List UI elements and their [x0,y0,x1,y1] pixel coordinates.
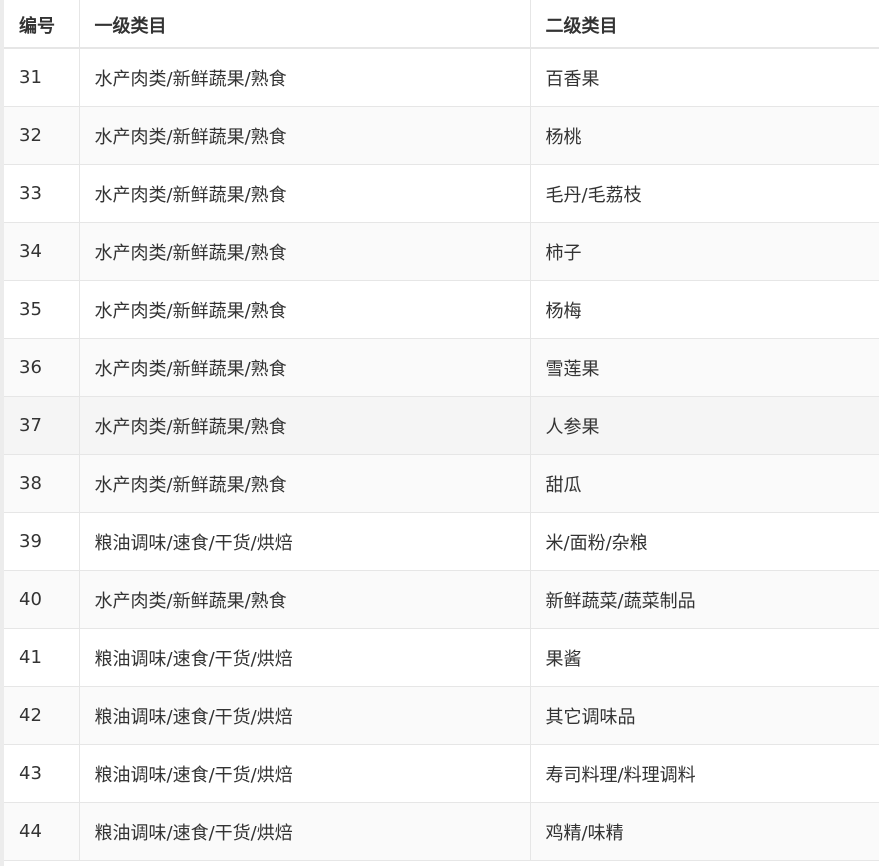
cell-secondary-category: 甜瓜 [530,454,879,513]
header-primary-category: 一级类目 [79,0,531,49]
cell-secondary-category: 杨梅 [530,280,879,339]
cell-secondary-category: 雪莲果 [530,338,879,397]
cell-id: 35 [4,280,80,339]
cell-primary-category: 粮油调味/速食/干货/烘焙 [79,512,531,571]
cell-primary-category: 粮油调味/速食/干货/烘焙 [79,744,531,803]
header-id: 编号 [4,0,80,49]
cell-id: 43 [4,744,80,803]
table-row: 40 水产肉类/新鲜蔬果/熟食 新鲜蔬菜/蔬菜制品 [4,570,879,629]
table-row: 44 粮油调味/速食/干货/烘焙 鸡精/味精 [4,802,879,861]
cell-secondary-category: 杨桃 [530,106,879,165]
cell-primary-category: 粮油调味/速食/干货/烘焙 [79,686,531,745]
cell-secondary-category: 寿司料理/料理调料 [530,744,879,803]
cell-secondary-category: 人参果 [530,396,879,455]
cell-primary-category: 水产肉类/新鲜蔬果/熟食 [79,106,531,165]
table-body: 31 水产肉类/新鲜蔬果/熟食 百香果 32 水产肉类/新鲜蔬果/熟食 杨桃 33 水产肉类/… [4,48,879,861]
cell-secondary-category: 其它调味品 [530,686,879,745]
table-header-row: 编号 一级类目 二级类目 [4,0,879,49]
cell-primary-category: 水产肉类/新鲜蔬果/熟食 [79,280,531,339]
table-row: 36 水产肉类/新鲜蔬果/熟食 雪莲果 [4,338,879,397]
cell-id: 44 [4,802,80,861]
cell-secondary-category: 毛丹/毛荔枝 [530,164,879,223]
table-row: 39 粮油调味/速食/干货/烘焙 米/面粉/杂粮 [4,512,879,571]
cell-primary-category: 水产肉类/新鲜蔬果/熟食 [79,570,531,629]
cell-secondary-category: 柿子 [530,222,879,281]
table-row: 41 粮油调味/速食/干货/烘焙 果酱 [4,628,879,687]
cell-secondary-category: 新鲜蔬菜/蔬菜制品 [530,570,879,629]
table-row: 43 粮油调味/速食/干货/烘焙 寿司料理/料理调料 [4,744,879,803]
table-row: 42 粮油调味/速食/干货/烘焙 其它调味品 [4,686,879,745]
table-row: 34 水产肉类/新鲜蔬果/熟食 柿子 [4,222,879,281]
cell-id: 42 [4,686,80,745]
cell-id: 32 [4,106,80,165]
cell-id: 34 [4,222,80,281]
cell-secondary-category: 百香果 [530,48,879,107]
table-row: 33 水产肉类/新鲜蔬果/熟食 毛丹/毛荔枝 [4,164,879,223]
cell-primary-category: 粮油调味/速食/干货/烘焙 [79,802,531,861]
cell-primary-category: 水产肉类/新鲜蔬果/熟食 [79,222,531,281]
cell-id: 39 [4,512,80,571]
cell-primary-category: 粮油调味/速食/干货/烘焙 [79,628,531,687]
cell-primary-category: 水产肉类/新鲜蔬果/熟食 [79,164,531,223]
cell-id: 38 [4,454,80,513]
table-row: 35 水产肉类/新鲜蔬果/熟食 杨梅 [4,280,879,339]
cell-id: 36 [4,338,80,397]
cell-primary-category: 水产肉类/新鲜蔬果/熟食 [79,454,531,513]
table-row: 31 水产肉类/新鲜蔬果/熟食 百香果 [4,48,879,107]
header-secondary-category: 二级类目 [530,0,879,49]
cell-secondary-category: 米/面粉/杂粮 [530,512,879,571]
cell-secondary-category: 鸡精/味精 [530,802,879,861]
table-row: 32 水产肉类/新鲜蔬果/熟食 杨桃 [4,106,879,165]
cell-secondary-category: 果酱 [530,628,879,687]
cell-id: 40 [4,570,80,629]
cell-id: 31 [4,48,80,107]
table-row: 38 水产肉类/新鲜蔬果/熟食 甜瓜 [4,454,879,513]
category-table-container: 编号 一级类目 二级类目 31 水产肉类/新鲜蔬果/熟食 百香果 32 水产肉类/新鲜蔬… [4,0,879,866]
category-table: 编号 一级类目 二级类目 31 水产肉类/新鲜蔬果/熟食 百香果 32 水产肉类/新鲜蔬… [4,0,879,861]
cell-id: 41 [4,628,80,687]
cell-primary-category: 水产肉类/新鲜蔬果/熟食 [79,338,531,397]
table-row: 37 水产肉类/新鲜蔬果/熟食 人参果 [4,396,879,455]
cell-id: 33 [4,164,80,223]
cell-id: 37 [4,396,80,455]
cell-primary-category: 水产肉类/新鲜蔬果/熟食 [79,48,531,107]
cell-primary-category: 水产肉类/新鲜蔬果/熟食 [79,396,531,455]
